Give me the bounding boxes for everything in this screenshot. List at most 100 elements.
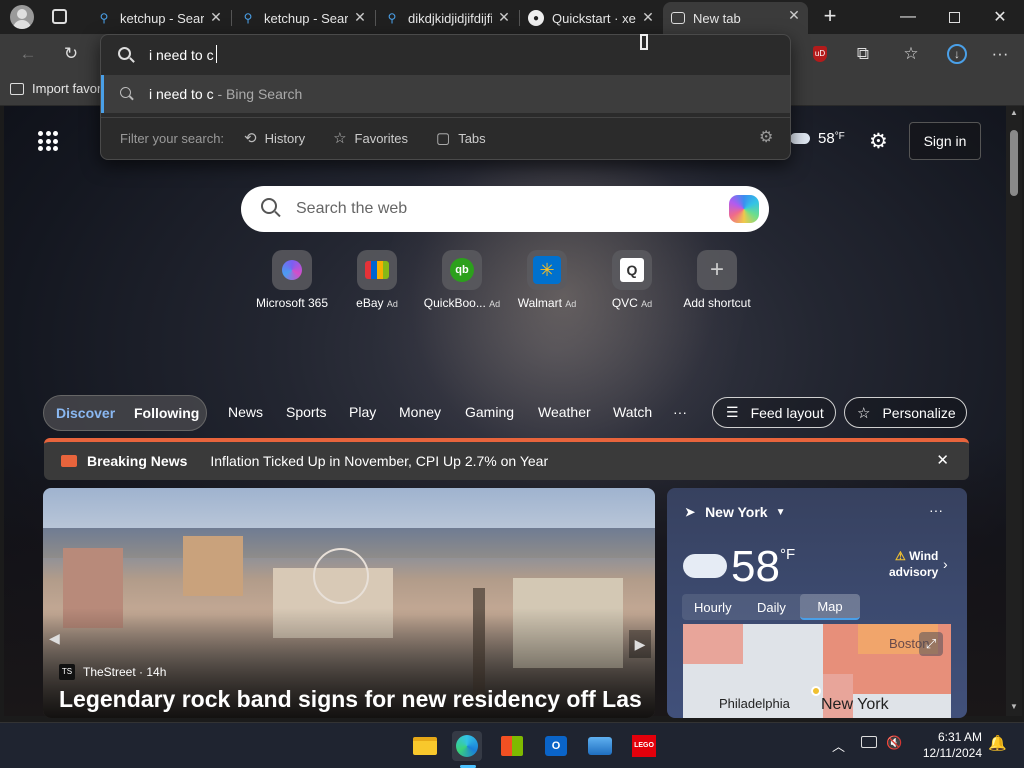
tabs-icon: ▢: [436, 130, 451, 147]
chevron-down-icon[interactable]: ▼: [776, 507, 786, 518]
refresh-button[interactable]: ↻: [57, 40, 85, 68]
taskbar: O LEGO ︿ 🔇 6:31 AM 12/11/2024 🔔: [0, 722, 1024, 768]
tab-following[interactable]: Following: [134, 405, 199, 421]
new-tab-button[interactable]: +: [818, 5, 842, 29]
tab-discover[interactable]: Discover: [56, 405, 115, 421]
search-placeholder: Search the web: [296, 200, 408, 217]
shortcut-microsoft-365[interactable]: Microsoft 365: [248, 250, 336, 310]
address-input[interactable]: i need to c: [149, 47, 214, 63]
scrollbar-thumb[interactable]: [1010, 130, 1018, 196]
edge-icon[interactable]: [452, 731, 482, 761]
filter-history[interactable]: ⟲ History: [244, 129, 305, 147]
apps-launcher-icon[interactable]: [38, 131, 58, 151]
page-scrollbar[interactable]: ▲ ▼: [1006, 106, 1022, 716]
maximize-button[interactable]: [931, 4, 977, 30]
close-tab-icon[interactable]: ✕: [496, 9, 512, 26]
minimize-button[interactable]: —: [885, 4, 931, 30]
web-search-box[interactable]: Search the web: [241, 186, 769, 232]
notification-bell-icon[interactable]: 🔔: [988, 734, 1007, 752]
filter-favorites[interactable]: ☆ Favorites: [333, 129, 408, 147]
sign-in-button[interactable]: Sign in: [909, 122, 981, 160]
tab-daily[interactable]: Daily: [757, 600, 786, 615]
personalize-button[interactable]: ☆ Personalize: [844, 397, 967, 428]
clock[interactable]: 6:31 AM 12/11/2024: [912, 729, 982, 761]
tab-ketchup-2[interactable]: ⚲ ketchup - Search ✕: [232, 4, 374, 32]
weather-card[interactable]: ➤ New York ▼ ··· 58 °F ⚠ Wind advisory ›…: [667, 488, 967, 718]
nav-watch[interactable]: Watch: [613, 404, 652, 420]
wind-advisory-alert[interactable]: ⚠ Wind advisory: [889, 548, 938, 580]
favorites-icon[interactable]: ☆: [897, 40, 925, 68]
chevron-right-icon[interactable]: ›: [943, 556, 948, 572]
location-arrow-icon: ➤: [685, 505, 696, 519]
downloads-icon[interactable]: ↓: [943, 40, 971, 68]
ublock-icon[interactable]: uD: [806, 40, 834, 68]
bing-search-icon: ⚲: [243, 11, 253, 25]
shortcut-quickbooks[interactable]: qb QuickBoo... Ad: [418, 250, 506, 310]
nav-gaming[interactable]: Gaming: [465, 404, 514, 420]
github-icon: ●: [528, 10, 544, 26]
tab-quickstart[interactable]: ● Quickstart · xem ✕: [520, 4, 662, 32]
copilot-icon[interactable]: [729, 195, 759, 223]
ebay-icon: [357, 250, 397, 290]
header-weather[interactable]: 58 °F: [790, 130, 845, 147]
expand-map-icon[interactable]: ⤢: [919, 632, 943, 656]
sliders-icon: ☰: [726, 404, 739, 420]
nav-news[interactable]: News: [228, 404, 263, 420]
address-bar-dropdown: i need to c i need to c - Bing Search Fi…: [100, 34, 791, 160]
search-suggestion-row[interactable]: i need to c - Bing Search: [101, 75, 790, 113]
address-bar[interactable]: i need to c: [101, 36, 790, 74]
more-options-icon[interactable]: ···: [929, 502, 943, 518]
breaking-headline[interactable]: Inflation Ticked Up in November, CPI Up …: [210, 453, 548, 469]
tab-strip: ⚲ ketchup - Search ✕ ⚲ ketchup - Search …: [0, 0, 1024, 34]
tab-actions-icon[interactable]: [52, 9, 67, 24]
import-favorites-button[interactable]: Import favor: [10, 81, 101, 96]
close-tab-icon[interactable]: ✕: [786, 7, 802, 24]
shortcut-ebay[interactable]: eBay Ad: [333, 250, 421, 310]
volume-muted-icon[interactable]: 🔇: [886, 735, 902, 751]
nav-more-icon[interactable]: ···: [673, 404, 687, 420]
page-settings-icon[interactable]: ⚙: [869, 129, 888, 154]
tab-dikdjk[interactable]: ⚲ dikdjkidjidjifdijfi ✕: [376, 4, 518, 32]
carousel-prev-icon[interactable]: ◀: [49, 630, 60, 647]
close-window-button[interactable]: ✕: [977, 4, 1023, 30]
tab-new-tab[interactable]: New tab ✕: [663, 2, 808, 34]
add-shortcut-button[interactable]: + Add shortcut: [673, 250, 761, 310]
weather-map[interactable]: Boston Philadelphia New York ⤢: [683, 624, 951, 718]
windows-start-icon[interactable]: [366, 734, 390, 758]
weather-location[interactable]: New York: [705, 504, 768, 520]
breaking-news-bar[interactable]: Breaking News Inflation Ticked Up in Nov…: [44, 438, 969, 480]
quickbooks-icon: qb: [442, 250, 482, 290]
news-headline[interactable]: Legendary rock band signs for new reside…: [59, 686, 642, 713]
tab-hourly[interactable]: Hourly: [694, 600, 732, 615]
photos-icon[interactable]: [585, 731, 615, 761]
nav-money[interactable]: Money: [399, 404, 441, 420]
extensions-icon[interactable]: ⧉: [849, 40, 877, 68]
filter-tabs[interactable]: ▢ Tabs: [436, 129, 486, 147]
microsoft-store-icon[interactable]: [497, 731, 527, 761]
carousel-next-icon[interactable]: ▶: [629, 630, 651, 658]
feed-layout-button[interactable]: ☰ Feed layout: [712, 397, 836, 428]
lego-app-icon[interactable]: LEGO: [629, 731, 659, 761]
nav-sports[interactable]: Sports: [286, 404, 326, 420]
close-tab-icon[interactable]: ✕: [352, 9, 368, 26]
network-icon[interactable]: [861, 736, 877, 748]
shortcut-walmart[interactable]: ✳ Walmart Ad: [503, 250, 591, 310]
tab-ketchup-1[interactable]: ⚲ ketchup - Search ✕: [88, 4, 230, 32]
nav-play[interactable]: Play: [349, 404, 376, 420]
settings-more-icon[interactable]: ···: [986, 40, 1014, 68]
close-tab-icon[interactable]: ✕: [640, 9, 656, 26]
tab-map[interactable]: Map: [800, 594, 860, 620]
news-card[interactable]: ◀ ▶ TS TheStreet · 14h Legendary rock ba…: [43, 488, 655, 718]
shortcut-qvc[interactable]: Q QVC Ad: [588, 250, 676, 310]
search-settings-icon[interactable]: ⚙: [759, 127, 773, 147]
back-button[interactable]: ←: [14, 40, 42, 68]
chevron-up-icon[interactable]: ︿: [832, 736, 845, 755]
outlook-icon[interactable]: O: [541, 731, 571, 761]
import-icon: [10, 82, 24, 95]
nav-weather[interactable]: Weather: [538, 404, 591, 420]
star-icon: ☆: [333, 130, 347, 147]
profile-avatar[interactable]: [10, 5, 34, 29]
close-tab-icon[interactable]: ✕: [208, 9, 224, 26]
file-explorer-icon[interactable]: [410, 731, 440, 761]
close-breaking-icon[interactable]: ✕: [936, 451, 949, 469]
